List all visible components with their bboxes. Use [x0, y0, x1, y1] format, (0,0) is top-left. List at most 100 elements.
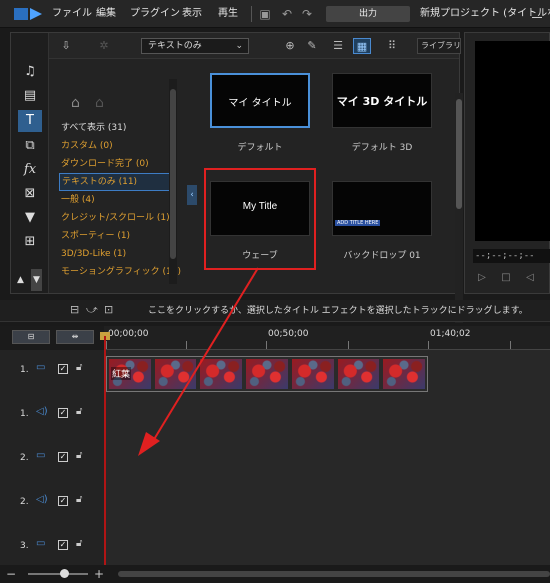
previous-frame-icon[interactable]: ◁	[523, 271, 537, 285]
chevron-down-icon: ⌄	[235, 41, 243, 51]
category-downloaded[interactable]: ダウンロード完了 (0)	[59, 155, 177, 173]
library-menu-button[interactable]: ライブラリー0	[417, 38, 461, 54]
fx-room-icon[interactable]: fx	[18, 159, 42, 181]
zoom-slider-track[interactable]	[28, 573, 88, 575]
category-custom[interactable]: カスタム (0)	[59, 137, 177, 155]
pip-room-icon[interactable]: ⧉	[18, 135, 42, 157]
menu-file[interactable]: ファイル	[52, 0, 92, 28]
subtitle-room-icon[interactable]: ⊞	[18, 231, 42, 253]
timeline-horizontal-scrollbar[interactable]	[118, 571, 550, 577]
category-general[interactable]: 一般 (4)	[59, 191, 177, 209]
template-label: バックドロップ 01	[343, 251, 421, 261]
save-icon[interactable]: ▣	[256, 5, 274, 23]
tag-icon[interactable]: ⌂	[71, 95, 91, 115]
lock-icon[interactable]: 🔓︎	[76, 538, 82, 549]
template-tile[interactable]: マイ 3D タイトル デフォルト 3D	[327, 73, 437, 153]
timeline-track: 1. ◁) ✓ 🔓︎	[0, 394, 550, 438]
grid-view-icon[interactable]: ▦	[353, 38, 371, 54]
track-enable-checkbox[interactable]: ✓	[58, 496, 68, 506]
timeline-hint: ここをクリックするか、選択したタイトル エフェクトを選択したトラックにドラッグし…	[148, 306, 528, 316]
template-tile[interactable]: ADD TITLE HERE バックドロップ 01	[327, 181, 437, 261]
storyboard-view-icon[interactable]: ⊟	[70, 303, 79, 316]
menu-plugins[interactable]: プラグイン	[130, 0, 180, 28]
menu-separator	[251, 6, 252, 22]
play-icon[interactable]: ▷	[475, 271, 489, 285]
template-thumbnail[interactable]: マイ タイトル	[210, 73, 310, 128]
lock-icon[interactable]: 🔓︎	[76, 406, 82, 417]
timeline-toolbar: ⊟ ⤻ ⊡ ここをクリックするか、選択したタイトル エフェクトを選択したトラック…	[0, 300, 550, 322]
menu-edit[interactable]: 編集	[96, 0, 116, 28]
menu-playback[interactable]: 再生	[218, 0, 238, 28]
link-icon[interactable]: ⤻	[86, 303, 98, 317]
app-logo-icon	[14, 8, 42, 20]
lock-icon[interactable]: 🔓︎	[76, 494, 82, 505]
new-title-icon[interactable]: ⊕	[281, 38, 299, 54]
track-enable-checkbox[interactable]: ✓	[58, 364, 68, 374]
category-scrollbar[interactable]	[169, 79, 177, 284]
project-title: 新規プロジェクト (タイトルなし)*	[420, 8, 550, 19]
track-enable-checkbox[interactable]: ✓	[58, 408, 68, 418]
timeline-ruler: ⊟ ⇹ 00;00;00 00;50;00 01;40;02	[0, 326, 550, 350]
track-header: 1. ▭ ✓ 🔓︎	[0, 350, 104, 394]
thumbnail-size-icon[interactable]: ⠿	[383, 38, 401, 54]
edit-title-icon[interactable]: ✎	[303, 38, 321, 54]
fit-timeline-button[interactable]: ⇹	[56, 330, 94, 344]
category-all[interactable]: すべて表示 (31)	[59, 119, 177, 137]
ruler-strip[interactable]: 00;00;00 00;50;00 01;40;02	[104, 326, 550, 350]
category-sporty[interactable]: スポーティー (1)	[59, 227, 177, 245]
lock-icon[interactable]: 🔓︎	[76, 450, 82, 461]
scroll-down-icon[interactable]: ▼	[31, 269, 42, 291]
clip-name: 紅葉	[111, 367, 132, 380]
track-lane[interactable]	[104, 394, 550, 438]
template-thumbnail[interactable]: ADD TITLE HERE	[332, 181, 432, 236]
track-header: 2. ▭ ✓ 🔓︎	[0, 438, 104, 482]
track-manager-button[interactable]: ⊟	[12, 330, 50, 344]
zoom-out-icon[interactable]: −	[4, 567, 18, 581]
title-room-icon[interactable]: T	[18, 110, 42, 132]
track-enable-checkbox[interactable]: ✓	[58, 452, 68, 462]
lock-icon[interactable]: 🔓︎	[76, 362, 82, 373]
menu-view[interactable]: 表示	[182, 0, 202, 28]
grid-scrollbar[interactable]	[455, 93, 463, 323]
video-track-icon: ▭	[36, 362, 46, 373]
redo-icon[interactable]: ↷	[298, 5, 316, 23]
media-room-icon[interactable]: ♫	[18, 61, 42, 83]
track-enable-checkbox[interactable]: ✓	[58, 540, 68, 550]
zoom-in-icon[interactable]: +	[92, 567, 106, 581]
category-panel: ⌂ ⌂ すべて表示 (31) カスタム (0) ダウンロード完了 (0) テキス…	[49, 59, 181, 293]
zoom-slider-knob[interactable]	[60, 569, 69, 578]
minimize-icon[interactable]	[532, 8, 542, 18]
track-lane[interactable]	[104, 526, 550, 566]
category-credits[interactable]: クレジット/スクロール (1)	[59, 209, 177, 227]
track-lane[interactable]	[104, 482, 550, 526]
category-3d[interactable]: 3D/3D-Like (1)	[59, 245, 177, 263]
undo-icon[interactable]: ↶	[278, 5, 296, 23]
category-list: すべて表示 (31) カスタム (0) ダウンロード完了 (0) テキストのみ …	[59, 119, 181, 281]
template-label: デフォルト 3D	[351, 143, 413, 153]
collapse-panel-icon[interactable]: ‹	[187, 185, 197, 205]
audio-track-icon: ◁)	[36, 494, 48, 505]
output-button[interactable]: 出力	[326, 6, 410, 22]
fit-track-icon[interactable]: ⊡	[104, 303, 113, 316]
preview-panel: --;--;--;-- ▷ □ ◁	[464, 32, 550, 294]
category-motion-graphics[interactable]: モーショングラフィック (14)	[59, 263, 181, 281]
filter-dropdown[interactable]: テキストのみ ⌄	[141, 38, 249, 54]
scroll-up-icon[interactable]: ▲	[15, 269, 26, 291]
list-view-icon[interactable]: ☰	[329, 38, 347, 54]
playhead[interactable]	[104, 336, 106, 569]
track-lane[interactable]	[104, 438, 550, 482]
plugin-icon: ✲	[99, 39, 109, 52]
video-clip[interactable]: 紅葉	[106, 356, 428, 392]
import-icon[interactable]: ⇩	[57, 38, 75, 54]
particle-room-icon[interactable]: ▼	[18, 207, 42, 229]
category-text-only[interactable]: テキストのみ (11)	[59, 173, 177, 191]
template-tile[interactable]: マイ タイトル デフォルト	[205, 73, 315, 153]
track-number: 1.	[20, 365, 29, 375]
effect-room-icon[interactable]: ▤	[18, 85, 42, 107]
timeline-track: 2. ◁) ✓ 🔓︎	[0, 482, 550, 526]
track-header: 3. ▭ ✓ 🔓︎	[0, 526, 104, 566]
timeline-track: 2. ▭ ✓ 🔓︎	[0, 438, 550, 482]
stop-icon[interactable]: □	[499, 271, 513, 285]
transition-room-icon[interactable]: ⊠	[18, 183, 42, 205]
template-thumbnail[interactable]: マイ 3D タイトル	[332, 73, 432, 128]
